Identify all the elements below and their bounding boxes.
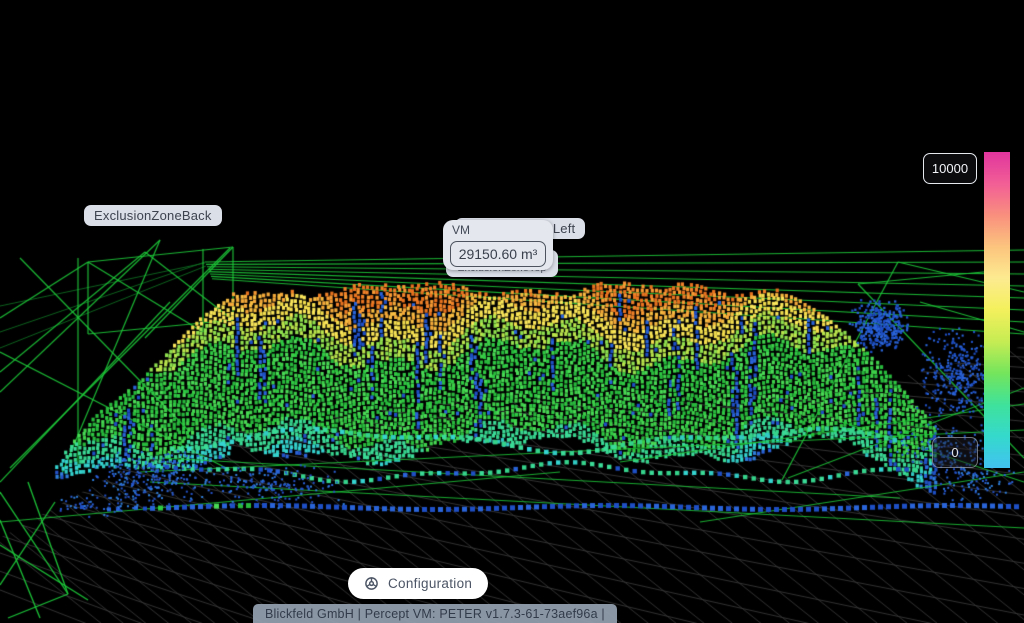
gear-icon <box>364 576 379 591</box>
height-colorbar <box>984 152 1010 468</box>
pointcloud-canvas[interactable] <box>0 0 1024 623</box>
volume-measurement-card: VM 29150.60 m³ <box>443 220 553 270</box>
volume-measurement-title: VM <box>452 223 470 237</box>
colorbar-min-label: 0 <box>932 437 978 468</box>
colorbar-max-label: 10000 <box>923 153 977 184</box>
exclusion-zone-back-label[interactable]: ExclusionZoneBack <box>84 205 222 226</box>
configuration-button-label: Configuration <box>388 576 472 591</box>
configuration-button[interactable]: Configuration <box>348 568 488 599</box>
volume-measurement-value: 29150.60 m³ <box>450 241 546 267</box>
percept-3d-viewport: ExclusionZoneBack ExclusionZoneLeft Excl… <box>0 0 1024 623</box>
footer-version-bar: Blickfeld GmbH | Percept VM: PETER v1.7.… <box>253 604 617 623</box>
